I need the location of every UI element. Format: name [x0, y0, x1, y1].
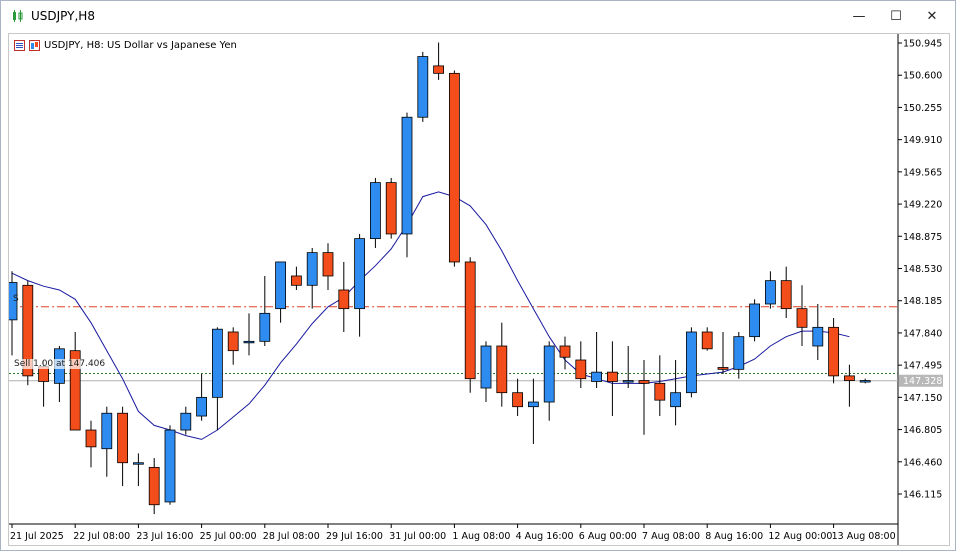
candle-body[interactable]: [227, 331, 239, 352]
time-tick-label: 28 Jul 08:00: [263, 531, 320, 542]
minimize-button[interactable]: —: [847, 7, 871, 27]
moving-average-line: [11, 191, 850, 440]
title-bar[interactable]: USDJPY,H8 — ☐ ✕: [1, 1, 955, 32]
candle-body[interactable]: [243, 340, 255, 344]
candle-body[interactable]: [417, 56, 429, 118]
candle-body[interactable]: [780, 280, 792, 310]
candle-body[interactable]: [733, 336, 745, 370]
candle-body[interactable]: [464, 261, 476, 380]
candle-body[interactable]: [133, 462, 144, 465]
price-tick-label: 149.220: [903, 200, 942, 211]
candle-body[interactable]: [338, 289, 350, 310]
candle-body[interactable]: [275, 261, 287, 310]
time-tick-label: 31 Jul 00:00: [389, 531, 446, 542]
candle-body[interactable]: [385, 182, 397, 235]
candle-body[interactable]: [528, 401, 539, 408]
candle-body[interactable]: [512, 392, 524, 408]
candle-body[interactable]: [749, 303, 760, 338]
price-tick-label: 147.150: [903, 393, 942, 404]
candle-body[interactable]: [654, 382, 666, 401]
candle-body[interactable]: [480, 345, 492, 389]
price-tick-label: 150.255: [903, 103, 942, 114]
candle-body[interactable]: [828, 326, 839, 377]
candle-body[interactable]: [211, 328, 223, 398]
time-tick-label: 22 Jul 08:00: [73, 531, 130, 542]
time-tick-label: 8 Aug 16:00: [705, 531, 763, 542]
chart-window: USDJPY,H8 — ☐ ✕ 150.945 150.600 150.255 149…: [0, 0, 956, 551]
price-tick-label: 149.910: [903, 135, 942, 146]
chart-area[interactable]: 150.945 150.600 150.255 149.910 149.565 149.2…: [8, 33, 950, 546]
maximize-button[interactable]: ☐: [884, 7, 908, 27]
price-tick-label: 150.600: [903, 71, 942, 82]
candle-body[interactable]: [401, 116, 413, 235]
price-tick-label: 146.460: [903, 457, 942, 468]
candlestick-app-icon: [13, 10, 23, 22]
candle-body[interactable]: [622, 380, 634, 383]
candle-body[interactable]: [844, 375, 855, 381]
candle-body[interactable]: [369, 182, 381, 240]
candle-body[interactable]: [85, 429, 97, 448]
candle-body[interactable]: [701, 331, 713, 350]
time-tick-label: 4 Aug 16:00: [516, 531, 574, 542]
take-profit-marker[interactable]: S: [13, 294, 19, 304]
price-tick-label: 146.115: [903, 490, 942, 501]
candle-body[interactable]: [433, 65, 445, 74]
price-tick-label: 150.945: [903, 39, 942, 50]
candle-body[interactable]: [765, 280, 776, 305]
candle-body[interactable]: [259, 312, 271, 342]
trade-panel-icon[interactable]: [29, 39, 40, 51]
price-tick-label: 148.185: [903, 296, 942, 307]
candle-body[interactable]: [180, 412, 192, 431]
time-tick-label: 29 Jul 16:00: [326, 531, 383, 542]
price-tick-label: 147.840: [903, 328, 942, 339]
chart-header: USDJPY, H8: US Dollar vs Japanese Yen: [14, 38, 237, 52]
candle-body[interactable]: [164, 429, 176, 503]
price-tick-label: 146.805: [903, 425, 942, 436]
time-tick-label: 25 Jul 00:00: [200, 531, 257, 542]
list-icon[interactable]: [14, 39, 25, 51]
time-tick-label: 23 Jul 16:00: [136, 531, 193, 542]
price-tick-label: 148.530: [903, 264, 942, 275]
candle-body[interactable]: [670, 392, 681, 408]
candle-body[interactable]: [496, 345, 508, 394]
candle-body[interactable]: [306, 252, 318, 286]
candle-body[interactable]: [859, 380, 871, 383]
candle-body[interactable]: [591, 371, 602, 382]
candle-body[interactable]: [290, 275, 302, 286]
time-tick-label: 6 Aug 00:00: [579, 531, 637, 542]
candle-body[interactable]: [117, 412, 128, 464]
time-tick-label: 12 Aug 00:00: [768, 531, 832, 542]
candle-body[interactable]: [448, 72, 460, 263]
candle-body[interactable]: [559, 345, 571, 358]
candle-body[interactable]: [638, 380, 650, 384]
time-tick-label: 7 Aug 08:00: [642, 531, 700, 542]
candle-body[interactable]: [812, 326, 824, 347]
candle-body[interactable]: [717, 367, 729, 370]
sell-order-label[interactable]: Sell 1.00 at 147.406: [14, 359, 106, 369]
price-tick-label: 147.495: [903, 361, 942, 372]
current-price-label: 147.328: [903, 376, 942, 387]
candle-body[interactable]: [796, 308, 808, 328]
candle-body[interactable]: [101, 412, 113, 450]
price-tick-label: 148.875: [903, 232, 942, 243]
candle-body[interactable]: [543, 345, 555, 403]
price-tick-label: 149.565: [903, 167, 942, 178]
candlestick-chart[interactable]: 150.945 150.600 150.255 149.910 149.565 149.2…: [9, 34, 949, 545]
time-tick-label: 1 Aug 08:00: [452, 531, 510, 542]
candle-body[interactable]: [196, 396, 208, 417]
candle-body[interactable]: [686, 331, 697, 394]
close-button[interactable]: ✕: [920, 7, 944, 27]
symbol-description: USDJPY, H8: US Dollar vs Japanese Yen: [44, 39, 237, 51]
candle-body[interactable]: [607, 371, 618, 382]
candle-body[interactable]: [354, 238, 366, 310]
window-title: USDJPY,H8: [31, 9, 95, 23]
time-tick-label: 21 Jul 2025: [10, 531, 64, 542]
candle-body[interactable]: [148, 466, 160, 506]
candle-body[interactable]: [575, 359, 587, 380]
candle-body[interactable]: [322, 252, 334, 277]
time-tick-label: 13 Aug 08:00: [832, 531, 896, 542]
